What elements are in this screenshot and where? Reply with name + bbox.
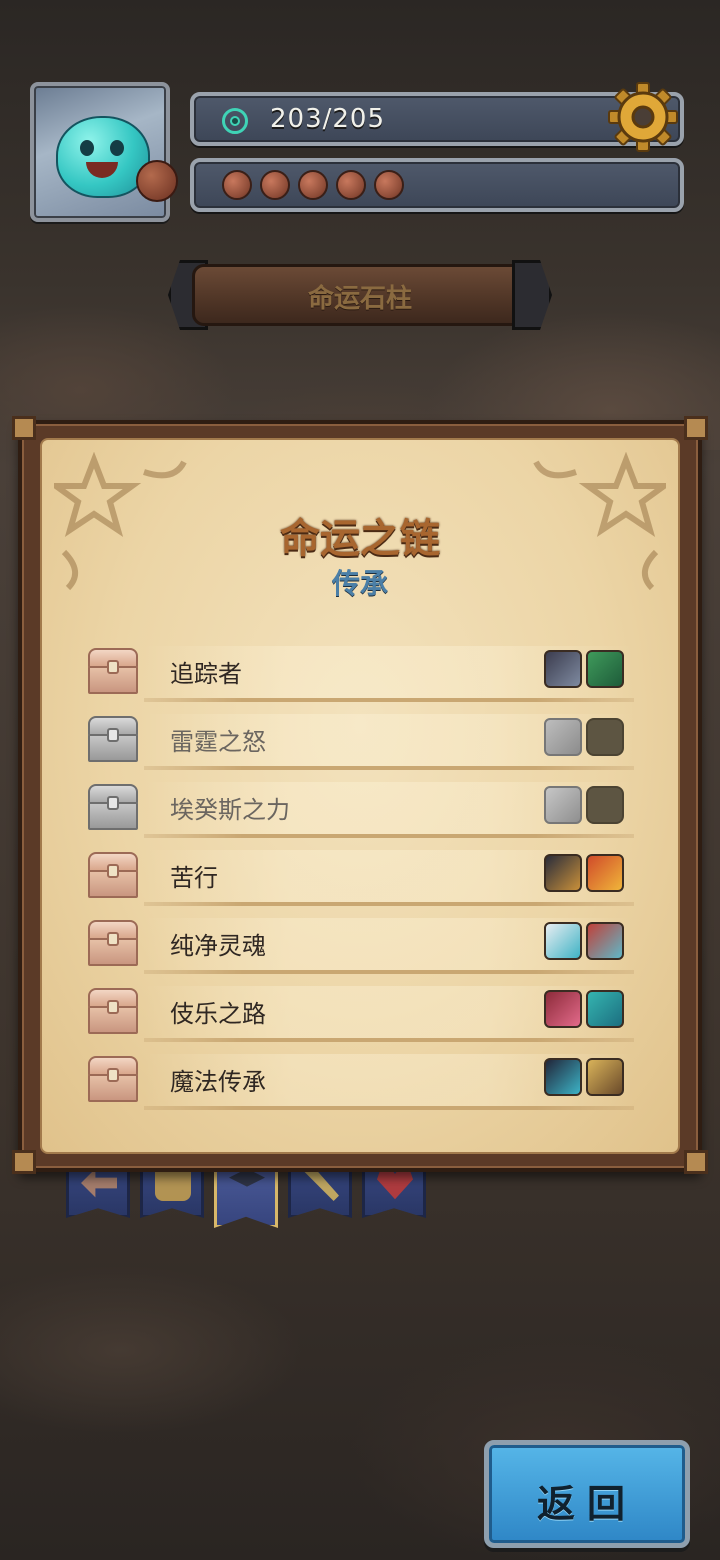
token-icon	[222, 170, 252, 200]
panel-title: 命运之链	[280, 516, 440, 562]
chest-icon	[88, 648, 138, 694]
locked-hero-silhouette-icon	[586, 718, 624, 756]
tokens-bar	[190, 158, 684, 212]
list-item[interactable]: 伎乐之路	[84, 980, 644, 1042]
list-item[interactable]: 魔法传承	[84, 1048, 644, 1110]
locked-chest-icon	[88, 784, 138, 830]
list-item[interactable]: 苦行	[84, 844, 644, 906]
token-icon	[298, 170, 328, 200]
axe-hero-icon	[586, 922, 624, 960]
list-item-label: 埃癸斯之力	[170, 796, 290, 824]
chest-icon	[88, 1056, 138, 1102]
list-item[interactable]: 追踪者	[84, 640, 644, 702]
list-item[interactable]: 埃癸斯之力	[84, 776, 644, 838]
list-item-label: 苦行	[170, 864, 218, 892]
player-avatar[interactable]	[30, 82, 178, 222]
locked-hero-silhouette-icon	[586, 786, 624, 824]
bard-hero-icon	[544, 990, 582, 1028]
armored-hero-icon	[544, 718, 582, 756]
banner-title: 命运石柱	[307, 284, 412, 314]
panel-subtitle: 传承	[331, 567, 388, 600]
list-item[interactable]: 纯净灵魂	[84, 912, 644, 974]
list-item-label: 雷霆之怒	[170, 728, 266, 756]
list-item-label: 魔法传承	[170, 1068, 266, 1096]
chest-icon	[88, 988, 138, 1034]
avatar-badge-icon	[136, 160, 178, 202]
token-icon	[374, 170, 404, 200]
fire-hero-icon	[586, 854, 624, 892]
settings-gear-icon[interactable]	[606, 80, 680, 154]
chest-icon	[88, 920, 138, 966]
mage-hero-icon	[586, 1058, 624, 1096]
back-button-label: 返回	[536, 1482, 637, 1526]
token-icon	[260, 170, 290, 200]
back-button[interactable]: 返回	[484, 1440, 690, 1548]
ghost-hero-icon	[544, 922, 582, 960]
monk-hero-icon	[544, 854, 582, 892]
chest-icon	[88, 852, 138, 898]
locked-chest-icon	[88, 716, 138, 762]
token-list	[222, 170, 404, 200]
warrior-hero-icon	[544, 786, 582, 824]
list-item-label: 伎乐之路	[170, 1000, 266, 1028]
pirate-hero-icon	[544, 650, 582, 688]
list-item[interactable]: 雷霆之怒	[84, 708, 644, 770]
token-icon	[336, 170, 366, 200]
energy-value: 203/205	[270, 104, 386, 134]
goblin-hero-icon	[586, 650, 624, 688]
list-item-label: 纯净灵魂	[170, 932, 266, 960]
siren-hero-icon	[586, 990, 624, 1028]
energy-icon	[222, 108, 248, 134]
list-item-label: 追踪者	[170, 660, 242, 688]
section-banner: 命运石柱	[168, 258, 552, 332]
witch-hero-icon	[544, 1058, 582, 1096]
